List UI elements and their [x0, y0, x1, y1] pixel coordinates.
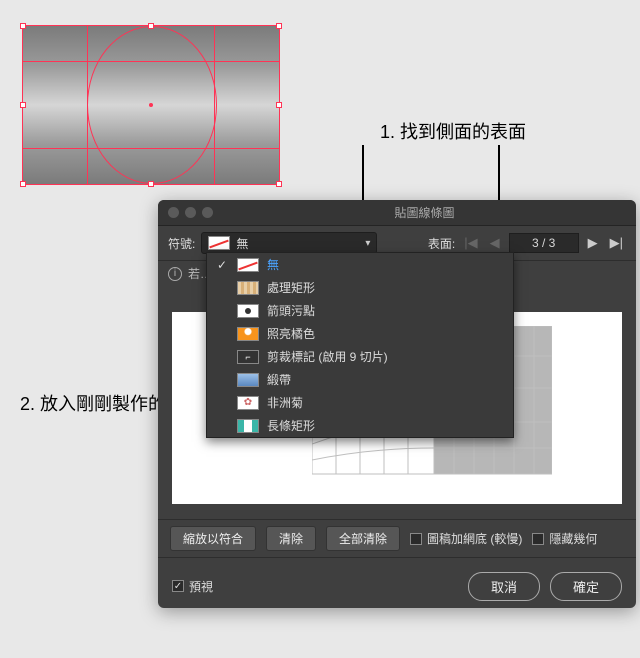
- symbol-value: 無: [236, 235, 359, 252]
- symbol-dropdown-list[interactable]: ✓無處理矩形箭頭污點照亮橘色⌐剪裁標記 (啟用 9 切片)緞帶非洲菊長條矩形: [206, 252, 514, 438]
- swatch-icon: [237, 396, 259, 410]
- scale-to-fit-button[interactable]: 縮放以符合: [170, 526, 256, 551]
- titlebar: 貼圖線條圖: [158, 200, 636, 226]
- symbol-option[interactable]: 非洲菊: [207, 391, 513, 414]
- prev-face-button[interactable]: ◀: [487, 235, 503, 251]
- clear-all-button[interactable]: 全部清除: [326, 526, 400, 551]
- symbol-option[interactable]: 緞帶: [207, 368, 513, 391]
- swatch-icon: [237, 327, 259, 341]
- symbol-dropdown[interactable]: 無 ▾: [201, 232, 377, 254]
- symbol-option[interactable]: 處理矩形: [207, 276, 513, 299]
- option-label: 箭頭污點: [267, 302, 315, 319]
- clear-button[interactable]: 清除: [266, 526, 316, 551]
- hide-geometry-checkbox[interactable]: 隱藏幾何: [532, 530, 597, 547]
- first-face-button[interactable]: |◀: [461, 235, 480, 251]
- face-index: 3 / 3: [509, 233, 579, 253]
- symbol-label: 符號:: [168, 235, 195, 252]
- hidegeo-label: 隱藏幾何: [549, 530, 597, 547]
- option-label: 處理矩形: [267, 279, 315, 296]
- option-label: 無: [267, 256, 279, 273]
- swatch-icon: [237, 281, 259, 295]
- shading-label: 圖稿加網底 (較慢): [427, 530, 522, 547]
- swatch-icon: [237, 419, 259, 433]
- symbol-option[interactable]: 箭頭污點: [207, 299, 513, 322]
- symbol-option[interactable]: 照亮橘色: [207, 322, 513, 345]
- swatch-icon: [237, 304, 259, 318]
- cylinder-artwork: [22, 25, 280, 185]
- face-label: 表面:: [428, 235, 455, 252]
- option-label: 緞帶: [267, 371, 291, 388]
- map-art-dialog: 貼圖線條圖 符號: 無 ▾ 表面: |◀ ◀ 3 / 3 ▶ ▶| i 若…………: [158, 200, 636, 608]
- window-min-icon[interactable]: [185, 207, 196, 218]
- swatch-icon: [237, 373, 259, 387]
- annotation-1: 1. 找到側面的表面: [380, 118, 526, 144]
- info-icon: i: [168, 267, 182, 281]
- cancel-button[interactable]: 取消: [468, 572, 540, 601]
- ok-button[interactable]: 確定: [550, 572, 622, 601]
- dialog-title: 貼圖線條圖: [213, 204, 636, 221]
- window-close-icon[interactable]: [168, 207, 179, 218]
- check-icon: ✓: [215, 258, 229, 272]
- option-label: 長條矩形: [267, 417, 315, 434]
- option-label: 非洲菊: [267, 394, 303, 411]
- swatch-icon: ⌐: [237, 350, 259, 364]
- preview-checkbox[interactable]: ✓預視: [172, 578, 213, 595]
- symbol-option[interactable]: ⌐ 剪裁標記 (啟用 9 切片): [207, 345, 513, 368]
- symbol-option[interactable]: ✓無: [207, 253, 513, 276]
- last-face-button[interactable]: ▶|: [607, 235, 626, 251]
- shading-checkbox[interactable]: 圖稿加網底 (較慢): [410, 530, 522, 547]
- symbol-option[interactable]: 長條矩形: [207, 414, 513, 437]
- preview-label: 預視: [189, 578, 213, 595]
- none-swatch-icon: [208, 236, 230, 250]
- window-max-icon[interactable]: [202, 207, 213, 218]
- next-face-button[interactable]: ▶: [585, 235, 601, 251]
- chevron-down-icon: ▾: [365, 238, 370, 249]
- swatch-icon: [237, 258, 259, 272]
- option-label: 照亮橘色: [267, 325, 315, 342]
- option-label: 剪裁標記 (啟用 9 切片): [267, 348, 388, 365]
